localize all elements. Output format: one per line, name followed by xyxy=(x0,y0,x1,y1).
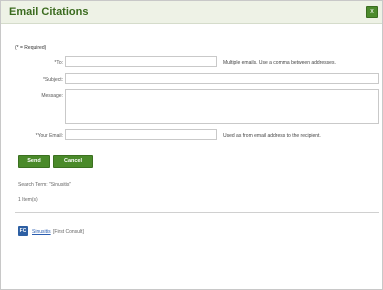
close-icon[interactable]: x xyxy=(366,6,378,18)
to-hint: Multiple emails. Use a comma between add… xyxy=(223,60,336,66)
items-count-text: 1 Item(s) xyxy=(18,197,38,203)
send-button[interactable]: Send xyxy=(18,155,50,168)
subject-label: *Subject: xyxy=(42,77,63,83)
cancel-button[interactable]: Cancel xyxy=(53,155,93,168)
message-label: Message: xyxy=(41,93,63,99)
to-label: *To: xyxy=(54,60,63,66)
first-consult-icon: FC xyxy=(18,226,28,236)
message-field[interactable] xyxy=(65,89,379,124)
your-email-hint: Used as from email address to the recipi… xyxy=(223,133,321,139)
dialog-title: Email Citations xyxy=(9,6,89,18)
subject-field[interactable] xyxy=(65,73,379,84)
result-source: [First Consult] xyxy=(53,229,84,235)
search-term-text: Search Term: "Sinusitis" xyxy=(18,182,72,188)
results-divider xyxy=(15,212,379,213)
your-email-field[interactable] xyxy=(65,129,217,140)
your-email-label: *Your Email: xyxy=(35,133,63,139)
email-citations-dialog: Email Citations x (* = Required) *To: Mu… xyxy=(0,0,383,290)
dialog-title-bar: Email Citations x xyxy=(1,1,382,24)
result-title-link[interactable]: Sinusitis xyxy=(32,229,51,235)
required-note: (* = Required) xyxy=(15,45,47,51)
to-field[interactable] xyxy=(65,56,217,67)
